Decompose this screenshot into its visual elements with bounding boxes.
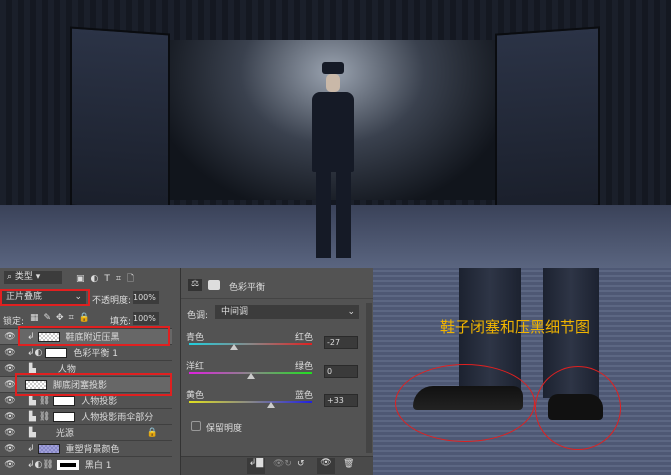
eye-icon[interactable]: 👁	[3, 332, 17, 342]
slider-thumb[interactable]	[266, 402, 275, 408]
slider-right-label: 绿色	[295, 362, 314, 372]
layer-name: 黑白 1	[84, 461, 112, 471]
folder-icon: ▙	[29, 363, 36, 374]
slider-thumb[interactable]	[229, 344, 238, 350]
balance-icon: ⚖	[188, 279, 202, 291]
right-shoe-circle	[535, 366, 621, 450]
filter-kind-select[interactable]: ⌕ 类型 ▾	[4, 271, 62, 284]
mask-thumbnail	[45, 347, 68, 358]
view-previous-icon[interactable]: 👁↻	[273, 459, 292, 469]
detail-caption: 鞋子闭塞和压黑细节图	[440, 318, 591, 336]
slider-thumb[interactable]	[246, 373, 255, 379]
tone-label: 色调:	[187, 311, 209, 321]
top-hat	[322, 62, 344, 74]
lock-icon: 🔒	[146, 427, 158, 438]
tone-value: 中间调	[221, 307, 249, 317]
lock-icons[interactable]: ▦✎✥⌗🔒	[30, 313, 95, 323]
slider-left-label: 洋红	[186, 362, 205, 372]
layer-row[interactable]: 👁 ↲◐ 色彩平衡 1	[0, 344, 172, 360]
slider-value-input[interactable]: +33	[324, 394, 358, 407]
mask-thumbnail	[56, 459, 79, 470]
slider-left-label: 黄色	[186, 391, 205, 401]
mask-thumbnail	[53, 395, 76, 406]
head	[326, 74, 340, 92]
panel-title: 色彩平衡	[229, 283, 266, 293]
left-shoe-circle	[395, 364, 535, 442]
layer-highlight	[18, 326, 170, 346]
color-slider-track[interactable]	[189, 343, 312, 345]
layer-row[interactable]: 👁 ▙ 光源 🔒	[0, 424, 172, 440]
layer-row[interactable]: 👁 ↲◐⛓ 黑白 1	[0, 456, 172, 472]
slider-value-input[interactable]: -27	[324, 336, 358, 349]
fill-input[interactable]: 100%	[133, 312, 159, 325]
eye-icon[interactable]: 👁	[3, 444, 17, 454]
slider-left-label: 青色	[186, 333, 205, 343]
layer-thumbnail	[37, 443, 60, 454]
eye-icon[interactable]: 👁	[3, 396, 17, 406]
layer-highlight	[15, 373, 172, 396]
right-door	[495, 26, 600, 214]
opacity-label: 不透明度:	[92, 296, 132, 306]
search-icon: ⌕	[7, 272, 13, 282]
folder-icon: ▙ ⛓	[29, 395, 51, 406]
trash-icon[interactable]: 🗑	[343, 459, 354, 469]
chevron-down-icon: ⌄	[347, 307, 355, 317]
slider-right-label: 蓝色	[295, 391, 314, 401]
preserve-luminosity-checkbox[interactable]	[191, 421, 201, 431]
folder-icon: ▙	[29, 427, 36, 438]
clip-to-layer-icon[interactable]: ↲▇	[247, 458, 265, 474]
eye-icon[interactable]: 👁	[3, 348, 17, 358]
scene-photo	[0, 0, 671, 268]
mask-icon[interactable]	[208, 280, 220, 290]
eye-icon[interactable]: 👁	[3, 428, 17, 438]
tone-select[interactable]: 中间调 ⌄	[215, 305, 359, 319]
layer-name: 光源	[55, 429, 74, 439]
layer-row[interactable]: 👁 ▙ ⛓ 人物投影雨伞部分	[0, 408, 172, 424]
slider-value-input[interactable]: 0	[324, 365, 358, 378]
eye-icon[interactable]: 👁	[3, 412, 17, 422]
color-slider-track[interactable]	[189, 401, 312, 403]
left-door	[70, 26, 170, 214]
visibility-icon[interactable]: 👁	[317, 458, 335, 474]
reset-icon[interactable]: ↺	[297, 459, 305, 469]
layer-name: 重塑背景颜色	[65, 445, 120, 455]
adjustment-icon: ↲◐⛓	[27, 459, 54, 470]
eye-icon[interactable]: 👁	[3, 364, 17, 374]
clip-icon: ↲	[27, 443, 35, 454]
properties-panel: ⚖ 色彩平衡 色调: 中间调 ⌄ 青色 红色 -27 洋红 绿色 0 黄色 蓝色 +3…	[180, 268, 374, 475]
opacity-input[interactable]: 100%	[133, 291, 159, 304]
filter-kind-label: 类型	[14, 272, 33, 282]
filter-icons[interactable]: ▣◐T⌗🗋	[76, 271, 140, 287]
left-leg	[316, 170, 331, 258]
adjustment-icon: ↲◐	[27, 347, 43, 358]
layer-name: 人物投影雨伞部分	[81, 413, 154, 423]
blend-mode-highlight	[0, 289, 90, 306]
layer-name: 色彩平衡 1	[73, 349, 118, 359]
right-leg	[336, 170, 351, 258]
eye-icon[interactable]: 👁	[3, 460, 17, 470]
mask-thumbnail	[53, 411, 76, 422]
coat	[312, 92, 354, 172]
slider-right-label: 红色	[295, 333, 314, 343]
detail-view: 鞋子闭塞和压黑细节图	[373, 268, 671, 475]
scrollbar[interactable]	[366, 303, 372, 453]
layer-row[interactable]: 👁 ↲ 重塑背景颜色	[0, 440, 172, 456]
preserve-luminosity-label: 保留明度	[206, 424, 243, 434]
layers-panel: ⌕ 类型 ▾ ▣◐T⌗🗋 正片叠底 ⌄ 不透明度: 100% 锁定: ▦✎✥⌗🔒 …	[0, 268, 180, 475]
folder-icon: ▙ ⛓	[29, 411, 51, 422]
